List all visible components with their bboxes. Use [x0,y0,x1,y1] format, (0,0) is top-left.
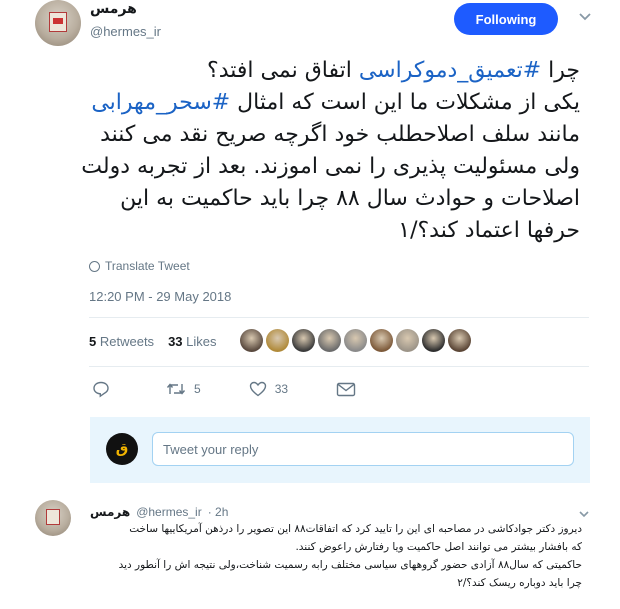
translate-label: Translate Tweet [105,259,190,273]
divider [89,317,589,318]
reply-tweet-header: هرمس @hermes_ir · 2h [90,505,228,519]
liker-avatar[interactable] [344,329,367,352]
hashtag-link[interactable]: #سحر_مهرابی [91,90,230,115]
tweet-line: یکی از مشکلات ما این است که امثال #سحر_م… [70,87,580,119]
reply-text-line: چرا باید دوباره ریسک کند؟/۲ [457,577,582,589]
envelope-icon [336,382,356,396]
like-count: 33 [274,382,289,396]
tweet-text-segment: چرا [541,58,580,83]
liker-avatar[interactable] [370,329,393,352]
divider [89,366,589,367]
chevron-down-icon[interactable] [578,508,590,520]
likers-avatars [240,329,471,352]
tweet-line: اصلاحات و حوادث سال ۸۸ چرا باید حاکمیت ب… [70,183,580,215]
reply-author-name[interactable]: هرمس [90,505,130,519]
tweet-text-segment: اصلاحات و حوادث سال ۸۸ چرا باید حاکمیت ب… [120,186,580,211]
tweet-line: چرا #تعمیق_دموکراسی اتفاق نمی افتد؟ [70,55,580,87]
hashtag-link[interactable]: #تعمیق_دموکراسی [359,58,541,83]
tweet-text-segment: ولی مسئولیت پذیری را نمی اموزند. بعد از … [81,154,580,179]
tweet-text: چرا #تعمیق_دموکراسی اتفاق نمی افتد؟ یکی ا… [70,55,580,247]
liker-avatar[interactable] [318,329,341,352]
tweet-line: حرفها اعتماد کند؟/۱ [70,215,580,247]
tweet-stats: 5 Retweets 33 Likes [89,334,217,349]
chevron-down-icon[interactable] [578,10,592,24]
liker-avatar[interactable] [422,329,445,352]
current-user-avatar: ق [106,433,138,465]
reply-tweet-text: دیروز دکتر جوادکاشی در مصاحبه ای این را … [90,520,582,592]
liker-avatar[interactable] [448,329,471,352]
following-button[interactable]: Following [454,3,558,35]
tweet-timestamp[interactable]: 12:20 PM - 29 May 2018 [89,289,231,304]
author-display-name[interactable]: هرمس [90,1,137,17]
heart-icon [249,381,266,397]
reply-text-line: که بافشار بیشتر می توانند اصل حاکمیت ویا… [295,541,582,553]
translate-tweet-link[interactable]: Translate Tweet [89,259,190,273]
reply-author-avatar[interactable] [35,500,71,536]
reply-time[interactable]: · 2h [208,505,229,519]
tweet-text-segment: اتفاق نمی افتد؟ [207,58,359,83]
reply-icon [93,381,109,398]
reply-text-line: دیروز دکتر جوادکاشی در مصاحبه ای این را … [129,523,582,535]
liker-avatar[interactable] [396,329,419,352]
liker-avatar[interactable] [266,329,289,352]
reply-author-handle[interactable]: @hermes_ir [136,505,202,519]
likes-stat[interactable]: 33 Likes [168,334,216,349]
author-avatar[interactable] [35,0,81,46]
liker-avatar[interactable] [292,329,315,352]
author-handle[interactable]: @hermes_ir [90,24,161,39]
retweets-stat[interactable]: 5 Retweets [89,334,154,349]
tweet-actions: 5 33 [92,380,404,398]
reply-action[interactable] [92,380,118,398]
reply-input[interactable]: Tweet your reply [152,432,574,466]
retweet-action[interactable]: 5 [166,381,201,397]
retweet-count: 5 [194,382,201,396]
tweet-text-segment: حرفها اعتماد کند؟/۱ [398,218,580,243]
globe-icon [89,260,100,272]
reply-text-line: حاکمیتی که سال۸۸ آزادی حضور گروههای سیاس… [118,559,582,571]
tweet-line: ولی مسئولیت پذیری را نمی اموزند. بعد از … [70,151,580,183]
tweet-line: مانند سلف اصلاحطلب خود اگرچه صریح نقد می… [70,119,580,151]
message-action[interactable] [336,382,356,397]
liker-avatar[interactable] [240,329,263,352]
retweet-icon [166,383,186,395]
like-action[interactable]: 33 [249,381,288,397]
tweet-text-segment: مانند سلف اصلاحطلب خود اگرچه صریح نقد می… [100,122,580,147]
tweet-text-segment: یکی از مشکلات ما این است که امثال [230,90,580,115]
